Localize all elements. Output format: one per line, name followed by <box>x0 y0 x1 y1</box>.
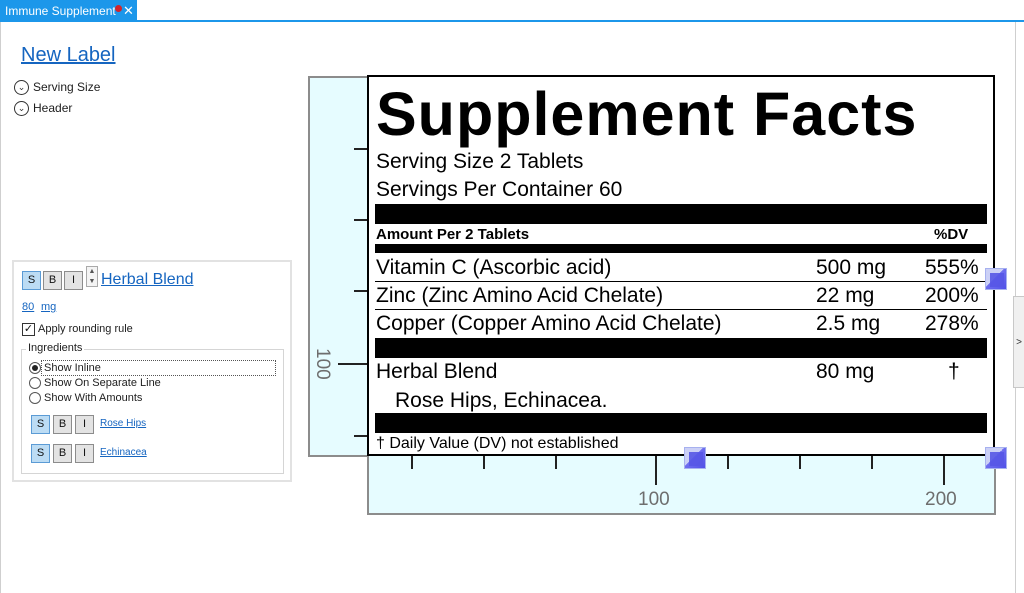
sub-ingredient-rose-hips-link[interactable]: Rose Hips <box>100 418 146 429</box>
ruler-tick <box>799 455 801 469</box>
blend-amount[interactable]: 80 mg <box>816 360 874 384</box>
facts-title[interactable]: Supplement Facts <box>376 80 917 148</box>
down-arrow-icon[interactable]: ▼ <box>87 277 97 287</box>
section-serving-size[interactable]: ⌄ Serving Size <box>14 79 101 96</box>
nutrient-dv[interactable]: 200% <box>925 284 979 308</box>
section-header[interactable]: ⌄ Header <box>14 100 73 117</box>
footnote[interactable]: † Daily Value (DV) not established <box>376 435 619 453</box>
ingredient-name-link[interactable]: Herbal Blend <box>101 271 194 289</box>
strikethrough-button[interactable]: S <box>22 271 41 290</box>
nutrient-amount[interactable]: 22 mg <box>816 284 874 308</box>
ingredient-unit-link[interactable]: mg <box>41 301 56 313</box>
apply-rounding-label: Apply rounding rule <box>38 323 133 335</box>
horizontal-ruler-label: 100 <box>638 489 670 510</box>
nutrient-dv[interactable]: 555% <box>925 256 979 280</box>
label-name-link[interactable]: New Label <box>21 44 116 67</box>
ruler-tick <box>354 148 368 150</box>
medium-separator-bar <box>375 244 987 253</box>
ruler-tick <box>354 435 368 437</box>
show-inline-radio[interactable] <box>29 362 41 374</box>
ingredients-group-label: Ingredients <box>26 342 85 354</box>
chevron-down-circle-icon[interactable]: ⌄ <box>14 101 29 117</box>
blend-name[interactable]: Herbal Blend <box>376 360 497 384</box>
side-panel-toggle[interactable]: > <box>1013 296 1024 388</box>
italic-button[interactable]: I <box>75 415 94 434</box>
show-with-amounts-radio[interactable] <box>29 392 41 404</box>
ruler-tick <box>354 290 368 292</box>
ingredient-amount-link[interactable]: 80 <box>22 301 34 313</box>
amount-per-header[interactable]: Amount Per 2 Tablets <box>376 226 529 243</box>
reorder-spinner[interactable]: ▲ ▼ <box>86 266 98 287</box>
row-divider <box>375 309 987 310</box>
bold-button[interactable]: B <box>53 444 72 463</box>
row-divider <box>375 281 987 282</box>
close-tab-icon[interactable]: ✕ <box>123 0 134 22</box>
document-tab[interactable]: Immune Supplement ✕ <box>0 0 137 22</box>
vertical-ruler-label: 100 <box>312 348 333 380</box>
bold-button[interactable]: B <box>53 415 72 434</box>
servings-per-container-text[interactable]: Servings Per Container 60 <box>376 178 622 202</box>
nutrient-name[interactable]: Copper (Copper Amino Acid Chelate) <box>376 312 722 336</box>
horizontal-ruler-label: 200 <box>925 489 957 510</box>
ruler-tick <box>555 455 557 469</box>
show-inline-label[interactable]: Show Inline <box>44 362 101 374</box>
ruler-tick <box>871 455 873 469</box>
handle-square-icon <box>990 273 1004 287</box>
section-label: Header <box>33 101 73 115</box>
ruler-tick <box>411 455 413 469</box>
unsaved-dot-icon <box>115 5 122 12</box>
nutrient-name[interactable]: Vitamin C (Ascorbic acid) <box>376 256 611 280</box>
up-arrow-icon[interactable]: ▲ <box>87 267 97 277</box>
chevron-down-circle-icon[interactable]: ⌄ <box>14 80 29 96</box>
nutrient-name[interactable]: Zinc (Zinc Amino Acid Chelate) <box>376 284 663 308</box>
show-separate-line-label[interactable]: Show On Separate Line <box>44 377 161 389</box>
nutrient-dv[interactable]: 278% <box>925 312 979 336</box>
serving-size-text[interactable]: Serving Size 2 Tablets <box>376 150 583 174</box>
nutrient-amount[interactable]: 2.5 mg <box>816 312 880 336</box>
app-window: Immune Supplement ✕ New Label ⌄ Serving S… <box>0 0 1024 593</box>
thick-separator-bar <box>375 204 987 224</box>
ruler-tick <box>727 455 729 469</box>
bold-button[interactable]: B <box>43 271 62 290</box>
sub-ingredient-echinacea-link[interactable]: Echinacea <box>100 447 147 458</box>
document-tab-strip: Immune Supplement ✕ <box>0 0 1024 22</box>
blend-dv[interactable]: † <box>948 360 960 384</box>
resize-handle-right[interactable] <box>985 268 1007 290</box>
resize-handle-bottom[interactable] <box>684 447 706 469</box>
blend-ingredients[interactable]: Rose Hips, Echinacea. <box>395 389 607 413</box>
ruler-tick <box>354 219 368 221</box>
vertical-ruler: 100 <box>308 76 368 457</box>
show-with-amounts-label[interactable]: Show With Amounts <box>44 392 142 404</box>
ruler-tick <box>943 455 945 485</box>
section-label: Serving Size <box>33 80 101 94</box>
italic-button[interactable]: I <box>64 271 83 290</box>
thick-separator-bar <box>375 338 987 358</box>
show-separate-line-radio[interactable] <box>29 377 41 389</box>
apply-rounding-checkbox[interactable]: ✓ <box>22 323 35 336</box>
handle-square-icon <box>689 452 703 466</box>
italic-button[interactable]: I <box>75 444 94 463</box>
document-tab-title: Immune Supplement <box>5 4 116 18</box>
dv-header[interactable]: %DV <box>934 226 968 243</box>
strikethrough-button[interactable]: S <box>31 444 50 463</box>
resize-handle-corner[interactable] <box>985 447 1007 469</box>
horizontal-ruler: 100 200 <box>367 455 996 515</box>
ruler-tick <box>338 363 368 365</box>
nutrient-amount[interactable]: 500 mg <box>816 256 886 280</box>
strikethrough-button[interactable]: S <box>31 415 50 434</box>
ruler-tick <box>483 455 485 469</box>
ruler-tick <box>655 455 657 485</box>
handle-square-icon <box>990 452 1004 466</box>
thick-separator-bar <box>375 413 987 433</box>
